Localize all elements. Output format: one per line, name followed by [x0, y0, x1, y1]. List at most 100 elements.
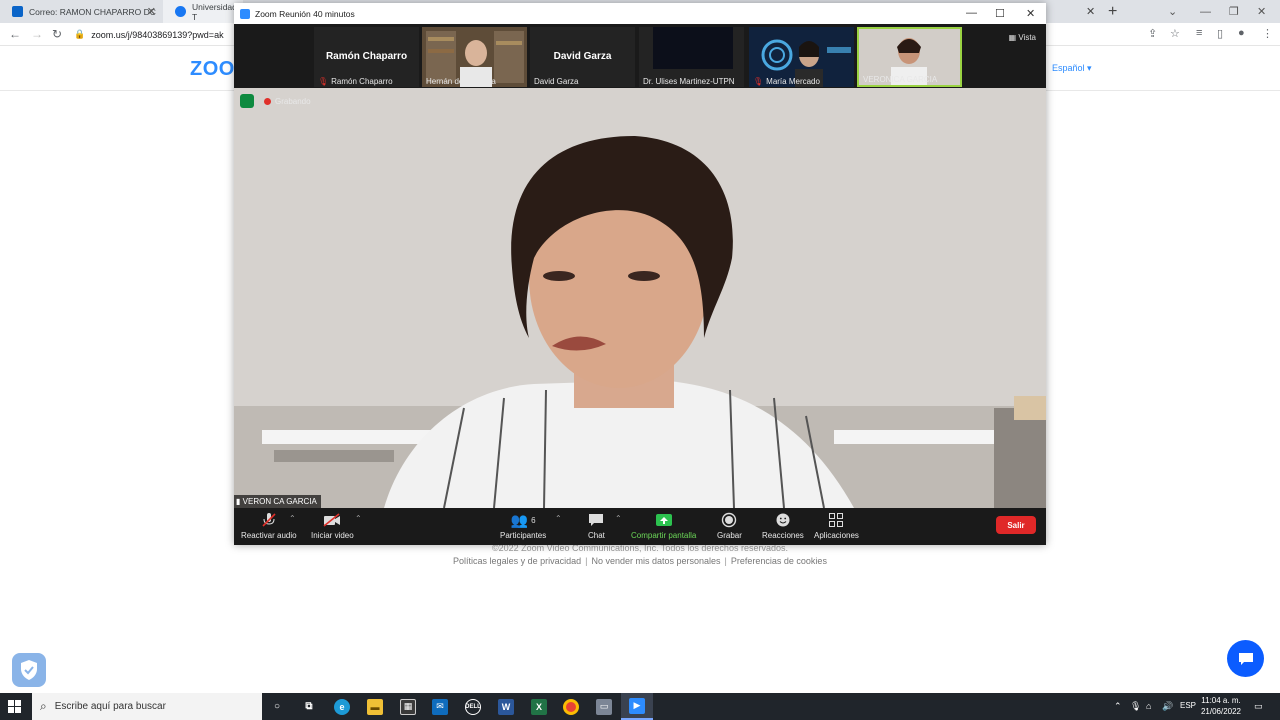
caret-down-icon: ▾ [1087, 63, 1092, 73]
taskbar-search[interactable]: ⌕ Escribe aquí para buscar [32, 693, 262, 720]
chrome-icon[interactable] [561, 697, 581, 716]
participant-display-name: Ramón Chaparro [325, 51, 408, 62]
reactions-label: Reacciones [762, 531, 804, 540]
zoom-taskbar-icon[interactable]: ▶ [621, 693, 653, 720]
video-options-caret[interactable]: ⌃ [355, 514, 362, 523]
share-icon[interactable]: ⇪ [1148, 27, 1157, 40]
meeting-controls-bar: Reactivar audio ⌃ Iniciar video ⌃ 👥 6 Par… [234, 508, 1046, 545]
browser-tab-outlook[interactable]: Correo: RAMON CHAPARRO DC ✕ [0, 0, 162, 23]
share-label: Compartir pantalla [631, 531, 697, 540]
close-window-icon[interactable]: ✕ [1257, 0, 1266, 23]
star-icon[interactable]: ☆ [1170, 27, 1180, 40]
browser-tab-universidad[interactable]: Universidad T [163, 0, 243, 23]
support-chat-button[interactable] [1227, 640, 1264, 677]
clock-date: 21/06/2022 [1200, 707, 1242, 716]
close-icon[interactable]: ✕ [147, 5, 156, 18]
participant-tile[interactable]: Ramón Chaparro 🎙 Ramón Chaparro [314, 27, 419, 87]
windows-taskbar: ⌕ Escribe aquí para buscar ○ ⧉ e ▬ ▦ ✉ D… [0, 693, 1280, 720]
audio-options-caret[interactable]: ⌃ [289, 514, 296, 523]
restore-icon[interactable]: ❐ [1229, 0, 1239, 23]
tray-chevron-icon[interactable]: ⌃ [1114, 701, 1122, 712]
chat-button[interactable]: Chat [588, 511, 605, 540]
grid-icon: ▦ [1008, 33, 1017, 42]
notifications-icon[interactable]: ▭ [1254, 701, 1263, 712]
recording-indicator[interactable]: Grabando [264, 97, 311, 106]
participants-button[interactable]: 👥 6 Participantes [500, 511, 547, 541]
do-not-sell-link[interactable]: No vender mis datos personales [591, 556, 720, 566]
legal-link[interactable]: Políticas legales y de privacidad [453, 556, 581, 566]
outlook-icon [12, 6, 23, 17]
search-icon: ⌕ [40, 699, 47, 713]
footer-links: Políticas legales y de privacidad | No ven… [453, 556, 827, 566]
photos-icon[interactable]: ▭ [594, 697, 614, 716]
reading-list-icon[interactable]: ≡ [1196, 27, 1202, 39]
share-screen-button[interactable]: Compartir pantalla [631, 511, 696, 540]
chevron-down-icon[interactable]: ⌄ [1168, 0, 1177, 23]
leave-meeting-button[interactable]: Salir [996, 516, 1036, 534]
participant-tile-active[interactable]: VERONICA GARCIA [857, 27, 962, 87]
input-language[interactable]: ESP [1180, 701, 1196, 710]
excel-icon[interactable]: X [529, 697, 549, 716]
participant-name: Dr. Ulises Martinez-UTPN [643, 77, 735, 86]
mail-icon[interactable]: ✉ [430, 697, 450, 716]
language-selector[interactable]: Español ▾ [1052, 63, 1092, 74]
muted-mic-icon: 🎙 [318, 77, 329, 86]
zoom-window-title: Zoom Reunión 40 minutos [255, 8, 355, 19]
active-speaker-video: Grabando ▮ VERON CA GARCIA [234, 88, 1046, 508]
participant-tile[interactable]: Dr. Ulises Martinez-UTPN [639, 27, 744, 87]
sidebar-icon[interactable]: ▯ [1217, 27, 1223, 40]
close-icon[interactable]: ✕ [1026, 7, 1035, 20]
forward-arrow-icon[interactable]: → [31, 27, 43, 41]
dell-icon[interactable]: DELL [463, 697, 483, 716]
participant-tile[interactable]: Hernán de la Garza [422, 27, 527, 87]
chat-options-caret[interactable]: ⌃ [615, 514, 622, 523]
participant-tile[interactable]: 🎙 María Mercado [749, 27, 854, 87]
file-explorer-icon[interactable]: ▬ [365, 697, 385, 716]
record-button[interactable]: Grabar [717, 511, 742, 540]
cookie-prefs-link[interactable]: Preferencias de cookies [731, 556, 827, 566]
start-video-button[interactable]: Iniciar video [311, 511, 354, 540]
minimize-icon[interactable]: — [1200, 0, 1211, 23]
reload-icon[interactable]: ↻ [52, 27, 62, 41]
back-arrow-icon[interactable]: ← [9, 27, 21, 41]
privacy-shield-button[interactable] [12, 653, 46, 687]
menu-icon[interactable]: ⋮ [1262, 27, 1273, 40]
zoom-app-icon [240, 8, 250, 19]
apps-button[interactable]: Aplicaciones [814, 511, 859, 540]
participant-tile[interactable]: David Garza David Garza [530, 27, 635, 87]
view-button[interactable]: ▦ Vista [1009, 33, 1036, 42]
search-placeholder: Escribe aquí para buscar [54, 701, 166, 712]
store-icon[interactable]: ▦ [398, 697, 418, 716]
zoom-title-bar: Zoom Reunión 40 minutos — ☐ ✕ [234, 3, 1046, 24]
share-screen-icon [655, 514, 672, 526]
microphone-icon[interactable]: 🎙 [1130, 701, 1141, 712]
recording-label: Grabando [275, 97, 311, 106]
speaker-video-feed [234, 88, 1046, 508]
task-view-icon[interactable]: ⧉ [299, 697, 319, 716]
shield-icon [21, 660, 37, 680]
edge-icon[interactable]: e [332, 697, 352, 716]
close-icon[interactable]: ✕ [1086, 0, 1095, 23]
participants-label: Participantes [500, 531, 547, 540]
profile-icon[interactable]: ● [1238, 27, 1245, 39]
address-bar[interactable]: 🔒 zoom.us/j/98403869139?pwd=ak [74, 25, 244, 44]
word-icon[interactable]: W [496, 697, 516, 716]
volume-icon[interactable]: 🔊 [1162, 701, 1173, 712]
chat-icon [589, 514, 604, 526]
participants-options-caret[interactable]: ⌃ [555, 514, 562, 523]
reactions-button[interactable]: Reacciones [762, 511, 804, 540]
speaker-name: VERON CA GARCIA [242, 497, 317, 506]
taskbar-clock[interactable]: 11:04 a. m. 21/06/2022 [1196, 695, 1246, 717]
chat-bubble-icon [1238, 652, 1253, 665]
new-tab-button[interactable]: + [1108, 0, 1117, 23]
network-icon[interactable]: ⌂ [1146, 701, 1151, 711]
participants-icon: 👥 [510, 511, 529, 528]
audio-label: Reactivar audio [241, 531, 297, 540]
cortana-icon[interactable]: ○ [267, 697, 287, 716]
facebook-icon [175, 6, 186, 17]
participant-name: VERONICA GARCIA [863, 75, 938, 84]
minimize-icon[interactable]: — [966, 7, 977, 19]
windows-start-icon[interactable] [8, 700, 21, 713]
encryption-shield-icon[interactable] [240, 94, 254, 108]
maximize-icon[interactable]: ☐ [995, 7, 1005, 20]
